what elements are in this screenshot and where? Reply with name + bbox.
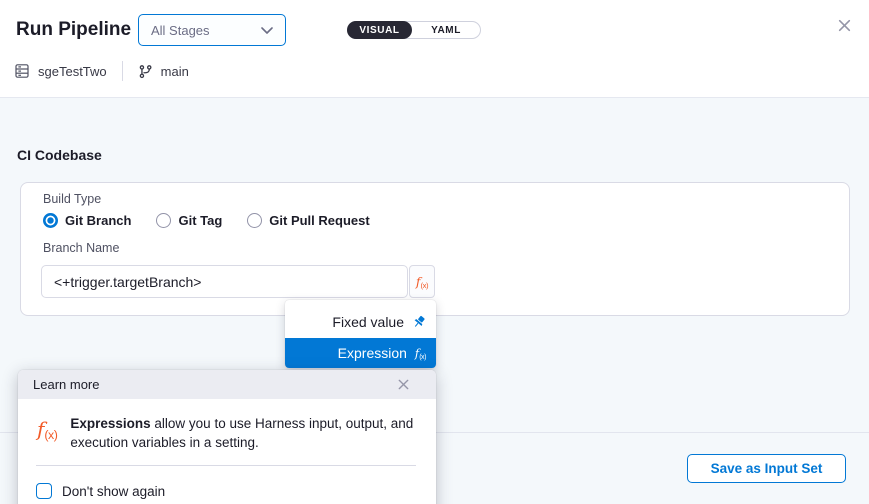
branch-name-input[interactable] (41, 265, 408, 298)
chevron-down-icon (261, 27, 273, 34)
build-type-radio-group: Git Branch Git Tag Git Pull Request (43, 213, 395, 228)
dont-show-again-label: Don't show again (62, 484, 165, 499)
fx-icon: f(x) (415, 346, 426, 361)
radio-selected-icon (43, 213, 58, 228)
modal-header: Run Pipeline All Stages VISUAL YAML sgeT… (0, 0, 869, 98)
popover-header: Learn more (18, 370, 436, 399)
run-pipeline-modal: Run Pipeline All Stages VISUAL YAML sgeT… (0, 0, 869, 504)
view-mode-toggle: VISUAL YAML (347, 21, 481, 39)
branch-name-label: Branch Name (43, 241, 119, 255)
stage-selector[interactable]: All Stages (138, 14, 286, 46)
menu-item-fixed-value[interactable]: Fixed value (285, 305, 436, 338)
learn-more-popover: Learn more f(x) Expressions allow you to… (18, 370, 436, 504)
fx-icon: f(x) (416, 274, 428, 290)
build-type-label: Build Type (43, 192, 101, 206)
close-icon[interactable] (837, 18, 853, 34)
repository-icon (14, 63, 30, 79)
repository-name: sgeTestTwo (38, 64, 107, 79)
pin-icon (412, 315, 426, 329)
divider (122, 61, 123, 81)
pipeline-meta: sgeTestTwo main (14, 61, 189, 81)
value-type-menu: Fixed value Expression f(x) (285, 300, 436, 368)
popover-title: Learn more (33, 377, 99, 392)
menu-item-expression[interactable]: Expression f(x) (285, 338, 436, 368)
radio-git-pull-request[interactable]: Git Pull Request (247, 213, 369, 228)
radio-git-branch[interactable]: Git Branch (43, 213, 131, 228)
section-title: CI Codebase (17, 147, 102, 163)
dont-show-again-row: Don't show again (18, 466, 436, 499)
dont-show-again-checkbox[interactable] (36, 483, 52, 499)
save-as-input-set-button[interactable]: Save as Input Set (687, 454, 846, 483)
page-title: Run Pipeline (16, 19, 131, 41)
ci-codebase-card: Build Type Git Branch Git Tag Git Pull R… (20, 182, 850, 316)
popover-text: Expressions allow you to use Harness inp… (70, 414, 416, 452)
git-branch-icon (138, 64, 153, 79)
branch-name-field: f(x) (41, 265, 435, 298)
value-type-button[interactable]: f(x) (409, 265, 435, 298)
branch-name: main (161, 64, 189, 79)
popover-close-icon[interactable] (397, 378, 410, 391)
radio-git-tag[interactable]: Git Tag (156, 213, 222, 228)
tab-yaml[interactable]: YAML (412, 22, 480, 38)
tab-visual[interactable]: VISUAL (347, 21, 412, 39)
radio-unselected-icon (156, 213, 171, 228)
fx-icon: f(x) (37, 419, 57, 452)
popover-body: f(x) Expressions allow you to use Harnes… (18, 399, 436, 452)
stage-selector-value: All Stages (151, 23, 210, 38)
radio-unselected-icon (247, 213, 262, 228)
